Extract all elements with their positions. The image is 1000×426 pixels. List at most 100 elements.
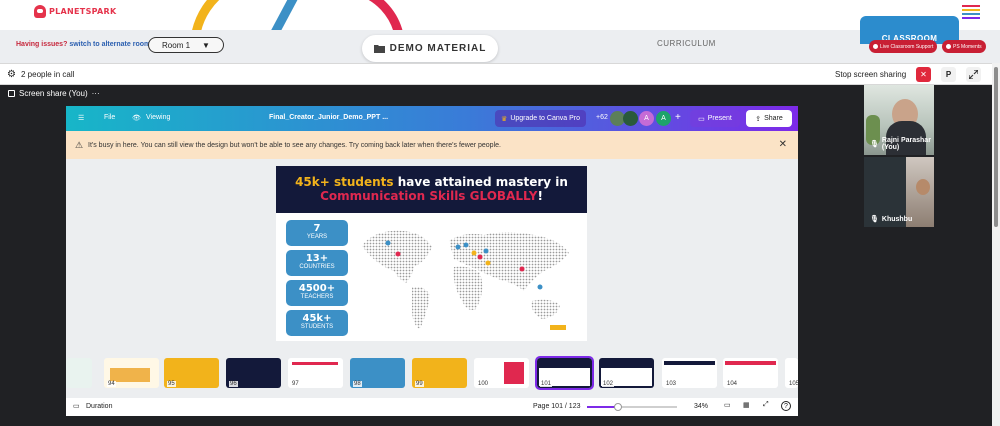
expand-icon bbox=[969, 70, 978, 79]
people-count: 2 people in call bbox=[21, 70, 75, 79]
duration-label[interactable]: Duration bbox=[86, 403, 112, 410]
slide-thumbnail[interactable]: 97 bbox=[288, 358, 343, 388]
participant-name: 🎙 Rajni Parashar (You) bbox=[870, 137, 934, 151]
slide-thumbnail[interactable]: 102 bbox=[599, 358, 654, 388]
stat-label: YEARS bbox=[306, 234, 328, 240]
participant-name-text: Rajni Parashar (You) bbox=[881, 137, 931, 151]
slide-thumbnail[interactable]: 96 bbox=[226, 358, 281, 388]
participant-video[interactable]: 🎙 Khushbu bbox=[864, 157, 934, 227]
slide-thumbnail[interactable]: 105 bbox=[785, 358, 798, 388]
upgrade-label: Upgrade to Canva Pro bbox=[510, 115, 580, 122]
avatar[interactable]: A bbox=[639, 111, 654, 126]
slide-thumbnail-strip: 94 95 96 97 98 99 100 101 102 103 104 10… bbox=[66, 356, 798, 396]
tab-curriculum[interactable]: CURRICULUM bbox=[657, 39, 716, 48]
upload-icon: ⇪ bbox=[755, 115, 762, 123]
slide-thumbnail[interactable]: 94 bbox=[104, 358, 159, 388]
thumbnail-number: 98 bbox=[353, 381, 362, 387]
page-indicator: Page 101 / 123 bbox=[533, 403, 581, 410]
pin-button[interactable]: P bbox=[941, 67, 956, 82]
zoom-slider-knob[interactable] bbox=[613, 403, 622, 411]
zoom-percent: 34% bbox=[694, 403, 709, 410]
page-scrollbar[interactable] bbox=[992, 63, 1000, 426]
alternate-room-link[interactable]: switch to alternate room bbox=[69, 41, 150, 48]
logo-icon bbox=[34, 5, 46, 18]
share-label: Share bbox=[764, 115, 783, 122]
participant-video[interactable]: 🎙 Rajni Parashar (You) bbox=[864, 85, 934, 155]
upgrade-button[interactable]: ♛ Upgrade to Canva Pro bbox=[495, 110, 586, 127]
canva-bottom-bar: ▭ Duration Page 101 / 123 34% ▭ ▦ ⤢ ? bbox=[66, 398, 798, 416]
avatar[interactable]: A bbox=[656, 111, 671, 126]
warning-text: It's busy in here. You can still view th… bbox=[88, 142, 501, 149]
menu-icon[interactable] bbox=[962, 5, 980, 21]
share-button[interactable]: ⇪ Share bbox=[746, 110, 792, 127]
stop-sharing-button[interactable]: ✕ bbox=[916, 67, 931, 82]
stat-label: TEACHERS bbox=[300, 294, 334, 300]
timer-icon[interactable]: ▭ bbox=[73, 402, 80, 410]
slide-thumbnail-selected[interactable]: 101 bbox=[535, 356, 594, 390]
fullscreen-icon[interactable]: ⤢ bbox=[763, 401, 769, 409]
demo-material-button[interactable]: DEMO MATERIAL bbox=[362, 35, 498, 62]
avatar[interactable] bbox=[623, 111, 638, 126]
stat-label: STUDENTS bbox=[300, 324, 334, 330]
slide-thumbnail[interactable]: 103 bbox=[662, 358, 717, 388]
present-button[interactable]: ▭ Present bbox=[690, 110, 740, 127]
grid-view-icon[interactable]: ▦ bbox=[743, 401, 750, 409]
live-support-label: Live Classroom Support bbox=[880, 43, 934, 50]
viewing-label: Viewing bbox=[146, 114, 171, 121]
file-menu[interactable]: File bbox=[104, 114, 115, 121]
more-icon[interactable]: ··· bbox=[92, 89, 100, 98]
stat-value: 45k+ bbox=[302, 313, 332, 324]
slide-thumbnail[interactable]: 99 bbox=[412, 358, 467, 388]
room-select[interactable]: Room 1 ▼ bbox=[148, 37, 224, 53]
close-icon[interactable]: ✕ bbox=[779, 139, 787, 150]
slide-thumbnail[interactable]: 98 bbox=[350, 358, 405, 388]
participant-name: 🎙 Khushbu bbox=[870, 215, 913, 224]
video-stage: Screen share (You) ··· ☰ File 👁 Viewing … bbox=[0, 85, 992, 426]
slide-thumbnail[interactable]: 104 bbox=[723, 358, 778, 388]
stat-badge: 45k+ STUDENTS bbox=[286, 310, 348, 336]
slide-thumbnail[interactable]: 100 bbox=[474, 358, 529, 388]
add-collaborator-icon[interactable]: + bbox=[675, 112, 681, 123]
ps-moments-button[interactable]: PS Moments bbox=[942, 40, 986, 53]
stat-badge: 7 YEARS bbox=[286, 220, 348, 246]
issues-notice: Having issues? switch to alternate room bbox=[16, 41, 150, 48]
thumbnail-number: 102 bbox=[602, 381, 615, 387]
stat-value: 7 bbox=[313, 223, 321, 234]
issues-prefix: Having issues? bbox=[16, 41, 68, 48]
fullscreen-button[interactable] bbox=[966, 67, 981, 82]
heading-highlight: 45k+ students bbox=[295, 175, 394, 189]
top-bar: PLANETSPARK bbox=[0, 0, 1000, 55]
microphone-icon: 🎙 bbox=[870, 216, 879, 223]
logo-text: PLANETSPARK bbox=[49, 7, 117, 16]
heading-text: ! bbox=[537, 189, 543, 203]
thumbnail-number: 101 bbox=[540, 381, 553, 387]
collaborator-count: +62 bbox=[596, 114, 608, 121]
ps-moments-label: PS Moments bbox=[953, 43, 982, 50]
stat-badge: 4500+ TEACHERS bbox=[286, 280, 348, 306]
thumbnail-number: 96 bbox=[229, 381, 238, 387]
notes-icon[interactable]: ▭ bbox=[724, 401, 731, 409]
slide-heading: 45k+ students have attained mastery in C… bbox=[276, 166, 587, 213]
screen-icon bbox=[8, 90, 15, 97]
demo-material-label: DEMO MATERIAL bbox=[389, 43, 487, 54]
world-map-image bbox=[362, 230, 569, 330]
stat-value: 4500+ bbox=[298, 283, 336, 294]
slide-thumbnail[interactable]: 95 bbox=[164, 358, 219, 388]
eye-icon: 👁 bbox=[132, 115, 141, 122]
scrollbar-thumb[interactable] bbox=[994, 67, 998, 227]
live-support-button[interactable]: Live Classroom Support bbox=[869, 40, 938, 53]
stop-sharing-label: Stop screen sharing bbox=[835, 70, 907, 79]
room-bar: Having issues? switch to alternate room … bbox=[0, 16, 1000, 63]
thumbnail-number: 105 bbox=[788, 381, 798, 387]
screen-share-label: Screen share (You) ··· bbox=[8, 89, 100, 98]
document-title[interactable]: Final_Creator_Junior_Demo_PPT ... bbox=[269, 114, 388, 121]
warning-icon: ⚠ bbox=[75, 140, 84, 150]
slide-thumbnail[interactable] bbox=[66, 358, 92, 388]
thumbnail-number: 99 bbox=[415, 381, 424, 387]
help-icon[interactable]: ? bbox=[781, 401, 791, 411]
menu-icon[interactable]: ☰ bbox=[78, 114, 84, 122]
zoom-slider[interactable] bbox=[587, 403, 677, 411]
gear-icon[interactable]: ⚙ bbox=[7, 69, 16, 80]
planetspark-logo[interactable]: PLANETSPARK bbox=[34, 5, 117, 18]
participant-name-text: Khushbu bbox=[881, 215, 913, 223]
